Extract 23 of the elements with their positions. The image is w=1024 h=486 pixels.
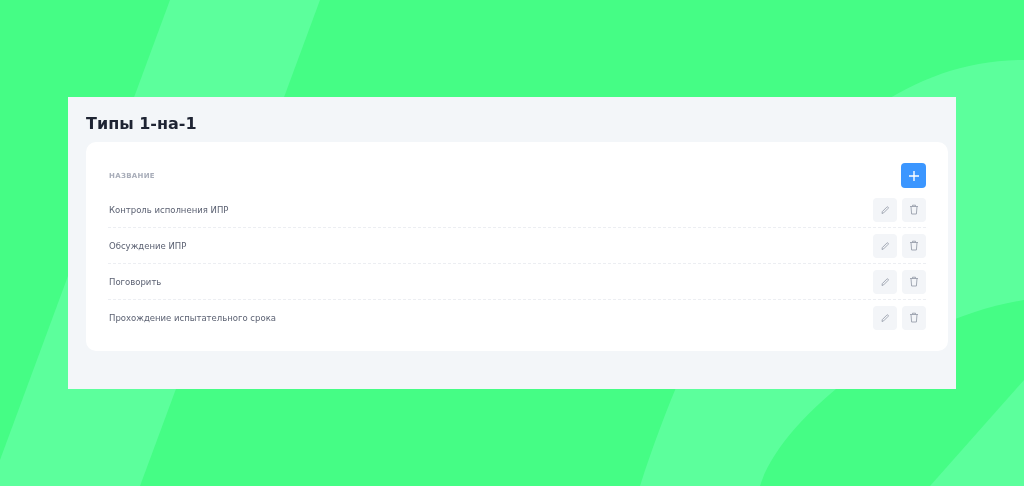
delete-button[interactable] bbox=[902, 197, 926, 222]
page-title: Типы 1-на-1 bbox=[86, 114, 198, 134]
edit-button[interactable] bbox=[873, 197, 897, 222]
type-name: Прохождение испытательного срока bbox=[108, 312, 276, 323]
type-name: Обсуждение ИПР bbox=[108, 240, 187, 251]
pencil-icon bbox=[880, 204, 890, 215]
trash-icon bbox=[909, 204, 919, 215]
delete-button[interactable] bbox=[902, 305, 926, 330]
type-name: Поговорить bbox=[108, 276, 162, 287]
trash-icon bbox=[909, 312, 919, 323]
type-name: Контроль исполнения ИПР bbox=[108, 204, 229, 215]
delete-button[interactable] bbox=[902, 233, 926, 258]
edit-button[interactable] bbox=[873, 269, 897, 294]
delete-button[interactable] bbox=[902, 269, 926, 294]
pencil-icon bbox=[880, 312, 890, 323]
pencil-icon bbox=[880, 240, 890, 251]
trash-icon bbox=[909, 240, 919, 251]
trash-icon bbox=[909, 276, 919, 287]
plus-icon bbox=[907, 169, 920, 182]
add-button[interactable] bbox=[901, 163, 926, 188]
edit-button[interactable] bbox=[873, 305, 897, 330]
edit-button[interactable] bbox=[873, 233, 897, 258]
pencil-icon bbox=[880, 276, 890, 287]
